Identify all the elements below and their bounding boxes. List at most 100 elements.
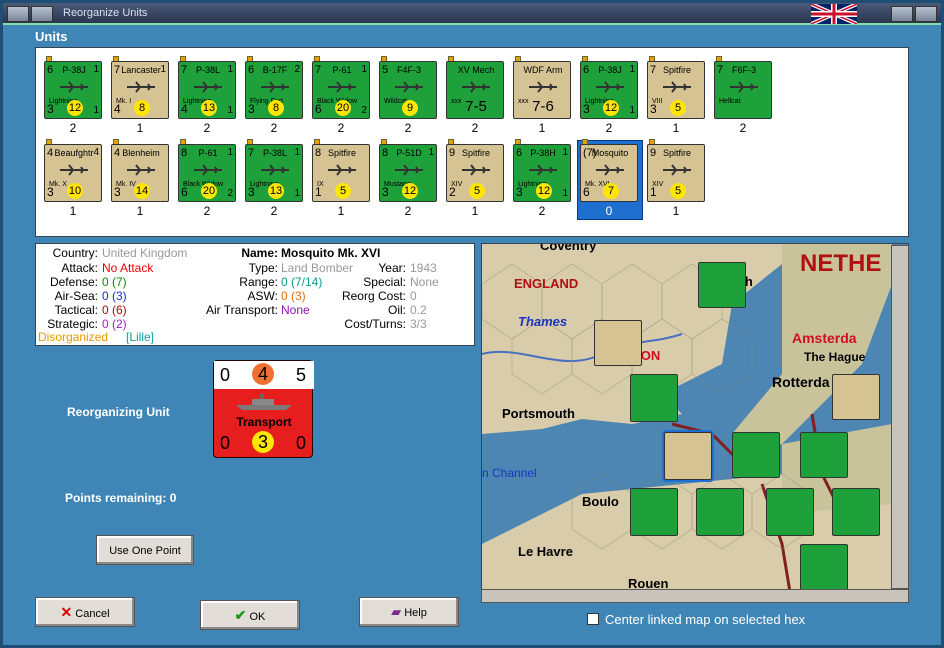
- unit-counter[interactable]: 7 1 P-38L 4 1 Lightning 13: [178, 61, 236, 119]
- map-unit-mosquito[interactable]: [662, 430, 714, 482]
- unit-counter[interactable]: 5 F4F-3 Wildcat 9: [379, 61, 437, 119]
- unit-badge: 20: [335, 100, 351, 116]
- tactical-label: Tactical:: [54, 303, 98, 317]
- unit-name: P-38J: [598, 65, 622, 75]
- unit-counter[interactable]: 7 Spitfire 3 VIII 5: [647, 61, 705, 119]
- unit-count: 0: [605, 204, 613, 218]
- map-vertical-scrollbar[interactable]: [891, 245, 909, 589]
- unit-subtitle: IX: [317, 181, 324, 188]
- year-label: Year:: [378, 261, 406, 275]
- unit-count: 1: [672, 204, 680, 218]
- unit-counter[interactable]: 6 1 P-38H 3 1 Lightning 12: [513, 144, 571, 202]
- unit-strength: 7-6: [532, 98, 554, 115]
- unit-name: Spitfire: [662, 148, 691, 158]
- map-unit-army2[interactable]: [800, 544, 848, 590]
- help-title-button[interactable]: [891, 6, 913, 22]
- cancel-x-icon: ✕: [60, 604, 73, 620]
- map-unit-p38h[interactable]: [630, 374, 678, 422]
- unit-count: 1: [471, 204, 479, 218]
- unit-counter[interactable]: 6 1 P-38J 3 1 Lightning 12: [580, 61, 638, 119]
- unit-counter[interactable]: WDF Arm xxx 7-6: [513, 61, 571, 119]
- unit-counter[interactable]: 81P-6162Black Widow20: [178, 144, 236, 202]
- air-transport-label: Air Transport:: [205, 303, 278, 317]
- aircraft-icon: [260, 163, 290, 177]
- unit-name: P-51D: [396, 148, 422, 158]
- strategic-value: 0 (2): [102, 317, 127, 331]
- unit-counter[interactable]: 7 1 P-38L 3 1 Lightning 13: [245, 144, 303, 202]
- unit-name: F4F-3: [396, 65, 421, 75]
- unit-counter[interactable]: 71P-6162Black Widow20: [312, 61, 370, 119]
- unit-count: 2: [605, 121, 613, 135]
- ok-button[interactable]: ✔ OK: [200, 600, 300, 630]
- map-label-boulogne: Boulo: [582, 494, 619, 509]
- unit-count: 2: [270, 121, 278, 135]
- map-label-rotterdam: Rotterda: [772, 374, 830, 390]
- range-label: Range:: [239, 275, 278, 289]
- unit-counter[interactable]: 7 F6F-3 Hellcat: [714, 61, 772, 119]
- reorg-cost-label: Reorg Cost:: [341, 289, 406, 303]
- use-one-point-button[interactable]: Use One Point: [96, 535, 194, 565]
- unit-name: Mosquito: [591, 148, 629, 158]
- unit-counter[interactable]: 6 2 B-17F 3 Flying Fort 8: [245, 61, 303, 119]
- unit-counter[interactable]: 6 1 P-38J 3 1 Lightning 12: [44, 61, 102, 119]
- map-unit-hq[interactable]: [732, 432, 780, 478]
- aircraft-icon: [595, 80, 625, 94]
- unit-name: P-38J: [62, 65, 86, 75]
- unit-counter[interactable]: 4 4 Beaufghtr 3 Mk. X 10: [44, 144, 102, 202]
- center-map-checkbox[interactable]: [587, 613, 599, 625]
- unit-subtitle: Mk. I: [116, 98, 132, 105]
- map-horizontal-scrollbar[interactable]: [481, 589, 909, 603]
- unit-br: 2: [227, 188, 233, 199]
- cancel-button[interactable]: ✕ Cancel: [35, 597, 135, 627]
- unit-counter[interactable]: 9 Spitfire 2 XIV 5: [446, 144, 504, 202]
- unit-subtitle: XIV: [652, 181, 664, 188]
- map-unit-f6f3[interactable]: [630, 488, 678, 536]
- unit-counter[interactable]: (7) Mosquito 6 Mk. XVI 7: [580, 144, 638, 202]
- map-label-lehavre: Le Havre: [518, 544, 573, 559]
- unit-name: B-17F: [262, 65, 288, 75]
- map-unit-p40e[interactable]: [832, 488, 880, 536]
- unit-count: 2: [270, 204, 278, 218]
- close-title-button[interactable]: [915, 6, 937, 22]
- map-label-hague: The Hague: [804, 350, 866, 364]
- unit-counter[interactable]: 8 1 P-51D 3 Mustang 12: [379, 144, 437, 202]
- unit-badge: 5: [335, 183, 351, 199]
- map-label-england: ENGLAND: [514, 276, 579, 291]
- unit-subtitle: Mk. IV: [116, 181, 136, 188]
- unit-badge: 5: [670, 183, 686, 199]
- map-label-netherlands: NETHE: [800, 250, 882, 277]
- unit-counter[interactable]: 8 Spitfire 1 IX 5: [312, 144, 370, 202]
- unit-counter[interactable]: 4 Blenheim 3 Mk. IV 14: [111, 144, 169, 202]
- unit-br: 1: [227, 105, 233, 116]
- unit-name: XV Mech: [457, 65, 495, 75]
- unit-name: F6F-3: [731, 65, 756, 75]
- map-unit-spitfire[interactable]: [832, 374, 880, 420]
- airsea-label: Air-Sea:: [54, 289, 98, 303]
- unit-counter[interactable]: XV Mech xxx 7-5: [446, 61, 504, 119]
- unit-subtitle: XIV: [451, 181, 463, 188]
- transport-counter[interactable]: 0 4 5 Transport 0 3 0: [213, 360, 314, 458]
- unit-count: 1: [136, 204, 144, 218]
- transport-bot-mid: 3: [252, 431, 274, 453]
- map-unit-hurricane[interactable]: [594, 320, 642, 366]
- map-unit-army[interactable]: [696, 488, 744, 536]
- aircraft-icon: [260, 80, 290, 94]
- unit-br: 2: [361, 105, 367, 116]
- unit-count: 2: [739, 121, 747, 135]
- map-unit-corps[interactable]: [800, 432, 848, 478]
- reorganizing-unit-label: Reorganizing Unit: [67, 405, 170, 419]
- unit-name: P-61: [332, 65, 352, 75]
- system-menu-button[interactable]: [7, 6, 29, 22]
- minimize-button[interactable]: [31, 6, 53, 22]
- help-label: Help: [404, 607, 427, 619]
- help-button[interactable]: ▰ Help: [359, 597, 459, 627]
- attack-value: No Attack: [102, 261, 154, 275]
- points-remaining-label: Points remaining:: [65, 491, 167, 505]
- unit-counter[interactable]: 7 1 Lancaster 4 Mk. I8: [111, 61, 169, 119]
- map-unit-f4f3[interactable]: [698, 262, 746, 308]
- type-value: Land Bomber: [281, 261, 354, 275]
- map-view[interactable]: ENGLAND Coventry Thames NDON ich Portsmo…: [481, 243, 909, 603]
- map-unit-armor[interactable]: [766, 488, 814, 536]
- unit-name: Blenheim: [122, 148, 160, 158]
- unit-counter[interactable]: 9 Spitfire 1 XIV 5: [647, 144, 705, 202]
